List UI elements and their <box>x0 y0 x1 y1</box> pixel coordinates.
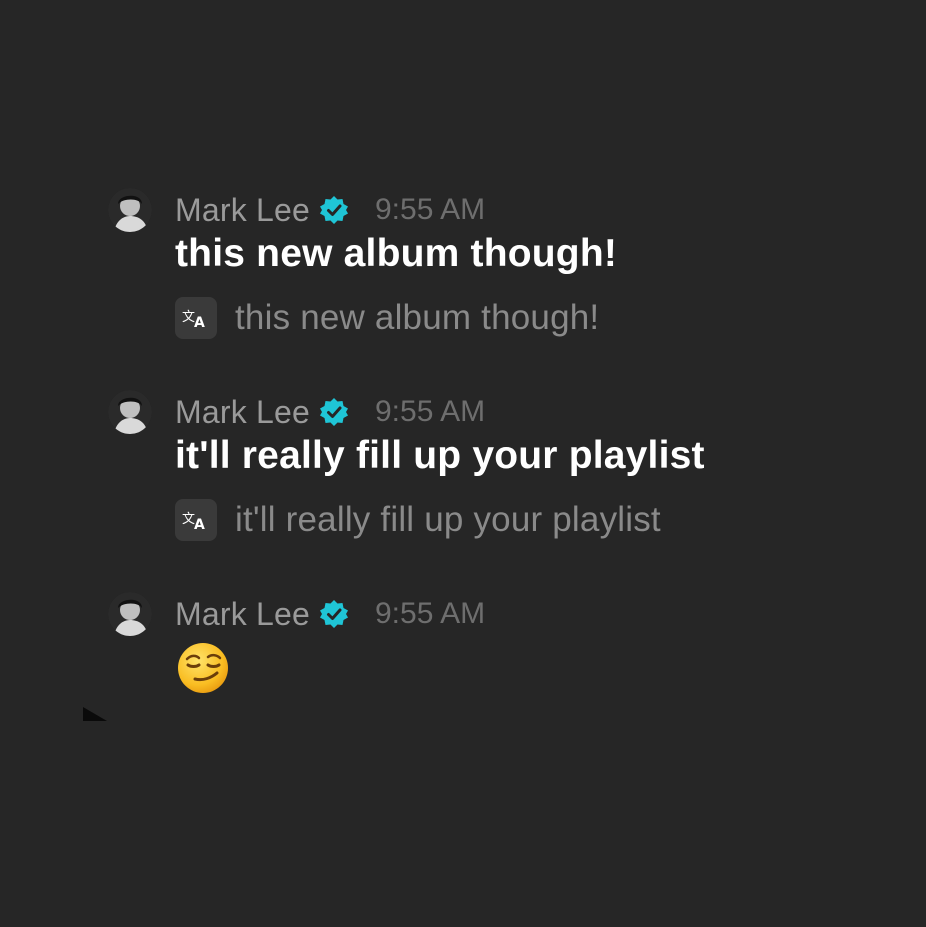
svg-text:A: A <box>194 315 205 330</box>
message-text: this new album though! <box>175 232 618 275</box>
author-name[interactable]: Mark Lee <box>175 192 310 229</box>
smirking-face-emoji <box>177 642 229 694</box>
svg-text:A: A <box>194 517 205 532</box>
verified-badge-icon <box>319 195 349 225</box>
verified-badge-icon <box>319 599 349 629</box>
translate-icon[interactable]: 文 A <box>175 499 217 541</box>
corner-mark <box>83 707 107 721</box>
translate-icon[interactable]: 文 A <box>175 297 217 339</box>
translation-text: it'll really fill up your playlist <box>235 500 661 539</box>
message-timestamp: 9:55 AM <box>375 597 486 630</box>
message-timestamp: 9:55 AM <box>375 395 486 428</box>
author-name[interactable]: Mark Lee <box>175 596 310 633</box>
translation-row: 文 A this new album though! <box>175 296 599 340</box>
message-timestamp: 9:55 AM <box>375 193 486 226</box>
translation-row: 文 A it'll really fill up your playlist <box>175 498 661 542</box>
translation-text: this new album though! <box>235 298 600 337</box>
verified-badge-icon <box>319 397 349 427</box>
author-name[interactable]: Mark Lee <box>175 394 310 431</box>
avatar[interactable] <box>108 390 152 434</box>
avatar[interactable] <box>108 188 152 232</box>
avatar[interactable] <box>108 592 152 636</box>
message-text: it'll really fill up your playlist <box>175 434 705 477</box>
